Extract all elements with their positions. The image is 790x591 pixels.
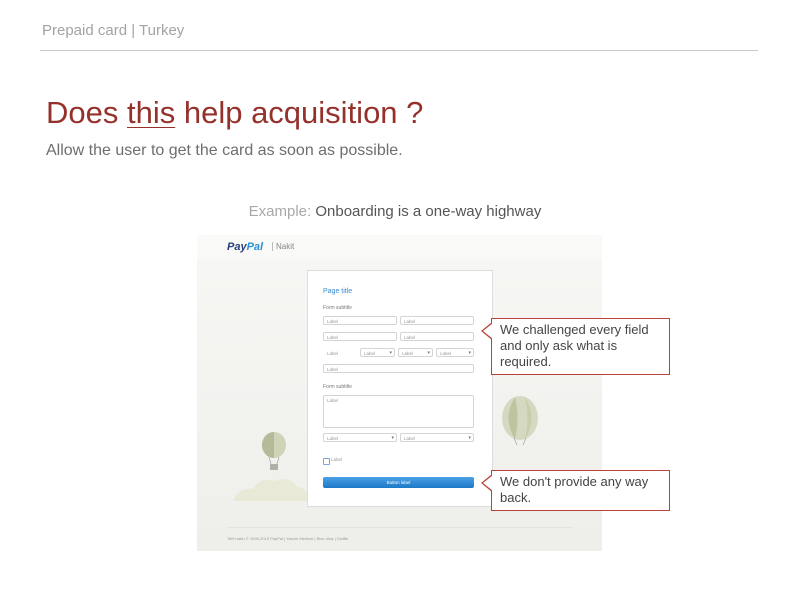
callout-arrow-fill <box>483 475 493 491</box>
label-select[interactable]: Label ▾ <box>398 348 433 357</box>
form-card: Page title Form subtitle Label Label Lab… <box>307 270 493 507</box>
chevron-down-icon: ▾ <box>427 350 430 356</box>
callout-arrow-fill <box>483 323 493 339</box>
select-label: Label <box>364 351 376 356</box>
slide-subtitle: Allow the user to get the card as soon a… <box>46 142 403 159</box>
label-field[interactable]: Label <box>323 316 397 325</box>
label-select[interactable]: Label ▾ <box>323 433 397 442</box>
label-checkbox[interactable] <box>323 458 330 465</box>
label-field[interactable]: Label <box>323 364 474 373</box>
select-label: Label <box>440 351 452 356</box>
callout-fields-text: We challenged every field and only ask w… <box>500 322 649 369</box>
example-text: Onboarding is a one-way highway <box>315 203 542 220</box>
select-label: Label <box>327 436 339 441</box>
chevron-down-icon: ▾ <box>468 435 471 441</box>
label-textarea[interactable]: Label <box>323 395 474 428</box>
callout-no-back: We don't provide any way back. <box>481 470 670 511</box>
callout-no-back-text: We don't provide any way back. <box>500 474 649 505</box>
header-label: Prepaid card | Turkey <box>42 22 185 39</box>
title-after: help acquisition ? <box>175 95 424 130</box>
cloud-icon <box>233 479 308 501</box>
mock-footer: Telif hakkı © 1999-2013 PayPal | Yasom M… <box>227 536 349 541</box>
label-field: Label <box>323 348 357 357</box>
label-field[interactable]: Label <box>323 332 397 341</box>
label-field[interactable]: Label <box>400 332 474 341</box>
chevron-down-icon: ▾ <box>389 350 392 356</box>
submit-button[interactable]: Button label <box>323 477 474 488</box>
header-divider <box>40 50 758 51</box>
select-label: Label <box>404 436 416 441</box>
label-select[interactable]: Label ▾ <box>400 433 474 442</box>
label-select[interactable]: Label ▾ <box>436 348 474 357</box>
slide-title: Does this help acquisition ? <box>46 95 423 131</box>
label-field[interactable]: Label <box>400 316 474 325</box>
title-before: Does <box>46 95 127 130</box>
chevron-down-icon: ▾ <box>391 435 394 441</box>
title-underlined: this <box>126 95 176 130</box>
large-balloon-icon <box>502 396 538 446</box>
form-subtitle-2: Form subtitle <box>323 384 352 390</box>
example-caption: Example: Onboarding is a one-way highway <box>0 203 790 220</box>
checkbox-label: Label <box>331 457 343 462</box>
form-subtitle-1: Form subtitle <box>323 305 352 311</box>
small-balloon-icon <box>262 432 286 470</box>
callout-fields: We challenged every field and only ask w… <box>481 318 670 375</box>
label-select[interactable]: Label ▾ <box>360 348 395 357</box>
select-label: Label <box>402 351 414 356</box>
mock-page-title: Page title <box>323 288 353 295</box>
mock-footer-divider <box>227 527 572 528</box>
chevron-down-icon: ▾ <box>468 350 471 356</box>
example-prefix: Example: <box>248 203 312 220</box>
